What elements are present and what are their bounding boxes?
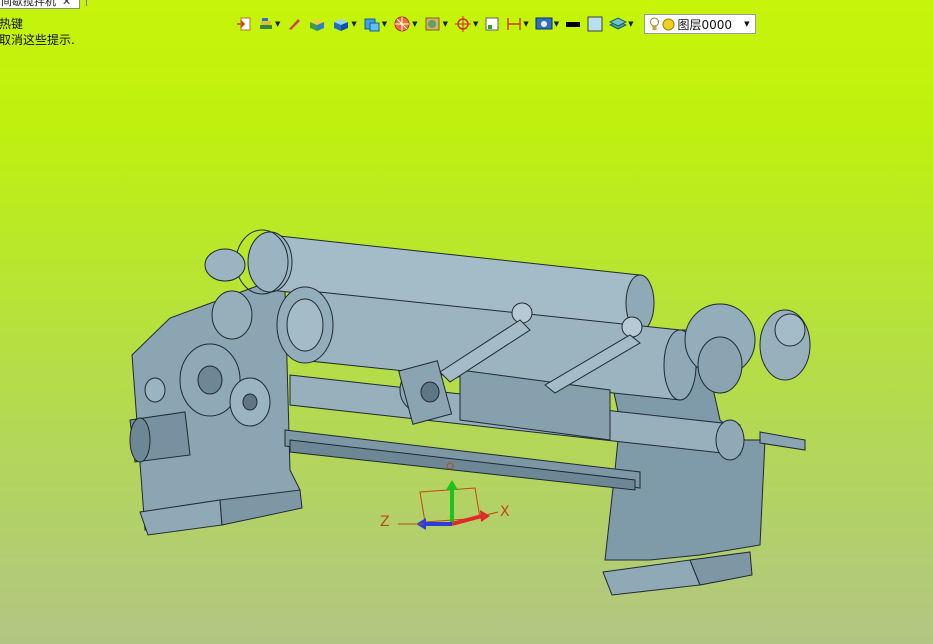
fill-color-icon bbox=[587, 16, 603, 32]
layer-select[interactable]: 图层0000 ▼ bbox=[643, 14, 756, 34]
chevron-down-icon[interactable]: ▼ bbox=[628, 20, 633, 28]
display-settings-icon bbox=[535, 17, 553, 30]
pen-button[interactable] bbox=[286, 13, 302, 35]
dimension-icon bbox=[507, 18, 522, 30]
view-toolbar: ▼ ▼ ▼ ▼ ▼ ▼ ▼ ▼ ▼ 图层0000 ▼ bbox=[236, 13, 756, 35]
layer-color-icon bbox=[662, 18, 675, 30]
dimension-button[interactable]: ▼ bbox=[506, 13, 529, 35]
fill-color-button[interactable] bbox=[587, 13, 603, 35]
chevron-down-icon[interactable]: ▼ bbox=[412, 20, 417, 28]
render-sphere-icon bbox=[394, 16, 410, 32]
select-box-icon bbox=[485, 17, 499, 31]
view-cube-icon bbox=[364, 18, 380, 32]
display-mode-button[interactable]: ▼ bbox=[332, 13, 357, 35]
chevron-down-icon[interactable]: ▼ bbox=[473, 20, 478, 28]
shaded-box-button[interactable] bbox=[308, 13, 326, 35]
x-axis-label: X bbox=[500, 504, 510, 520]
line-color-button[interactable] bbox=[565, 13, 581, 35]
import-button[interactable] bbox=[236, 13, 252, 35]
layer-manager-icon bbox=[609, 17, 628, 30]
filter-button[interactable]: ▼ bbox=[424, 13, 448, 35]
z-axis-label: Z bbox=[380, 514, 390, 530]
chevron-down-icon[interactable]: ▼ bbox=[523, 20, 528, 28]
view-cube-button[interactable]: ▼ bbox=[363, 13, 387, 35]
chevron-down-icon[interactable]: ▼ bbox=[351, 20, 356, 28]
display-mode-icon bbox=[334, 19, 349, 31]
model-viewport[interactable] bbox=[0, 0, 933, 644]
layer-manager-button[interactable]: ▼ bbox=[609, 13, 634, 35]
snap-target-icon bbox=[454, 16, 471, 32]
line-color-icon bbox=[566, 22, 581, 27]
filter-icon bbox=[425, 17, 440, 31]
layers-stack-button[interactable]: ▼ bbox=[258, 13, 280, 35]
layers-stack-icon bbox=[260, 18, 272, 29]
snap-target-button[interactable]: ▼ bbox=[454, 13, 478, 35]
lightbulb-icon bbox=[649, 17, 659, 30]
chevron-down-icon[interactable]: ▼ bbox=[443, 20, 448, 28]
chevron-down-icon[interactable]: ▼ bbox=[382, 20, 387, 28]
machine-model bbox=[129, 229, 811, 596]
chevron-down-icon[interactable]: ▼ bbox=[744, 20, 749, 28]
shaded-box-icon bbox=[310, 19, 325, 31]
chevron-down-icon[interactable]: ▼ bbox=[275, 20, 280, 28]
select-box-button[interactable] bbox=[484, 13, 500, 35]
pen-icon bbox=[289, 19, 301, 30]
import-icon bbox=[237, 17, 251, 31]
chevron-down-icon[interactable]: ▼ bbox=[554, 20, 559, 28]
layer-select-value: 图层0000 bbox=[677, 17, 733, 32]
display-settings-button[interactable]: ▼ bbox=[535, 13, 559, 35]
render-sphere-button[interactable]: ▼ bbox=[393, 13, 418, 35]
